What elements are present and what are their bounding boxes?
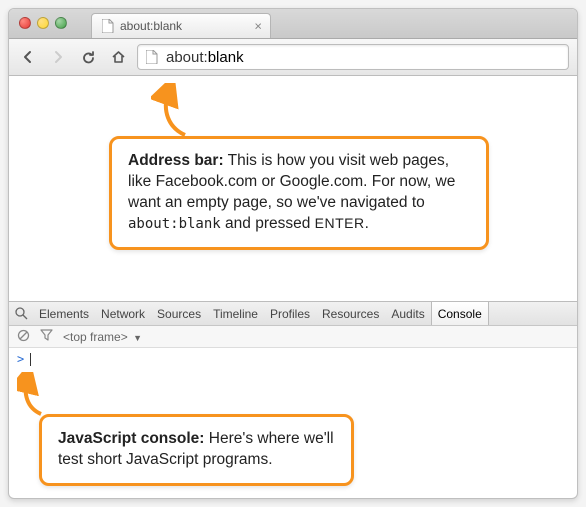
callout-title: Address bar: [128, 152, 224, 169]
tab-console[interactable]: Console [431, 302, 489, 325]
file-icon [102, 19, 114, 33]
address-prefix: about: [166, 49, 208, 66]
clear-console-icon[interactable] [17, 329, 30, 345]
tab-audits[interactable]: Audits [385, 302, 430, 325]
arrow-icon [151, 83, 201, 141]
tab-profiles[interactable]: Profiles [264, 302, 316, 325]
back-button[interactable] [17, 46, 39, 68]
tab-sources[interactable]: Sources [151, 302, 207, 325]
devtools-tabs: Elements Network Sources Timeline Profil… [9, 302, 577, 326]
callout-text: . [365, 215, 369, 232]
close-window-button[interactable] [19, 17, 31, 29]
browser-window: about:blank × about:blank [8, 8, 578, 499]
toolbar: about:blank [9, 39, 577, 76]
zoom-window-button[interactable] [55, 17, 67, 29]
callout-key: ENTER [315, 215, 365, 231]
file-icon [146, 50, 158, 64]
page-content: Address bar: This is how you visit web p… [9, 76, 577, 301]
frame-label: <top frame> [63, 330, 128, 344]
minimize-window-button[interactable] [37, 17, 49, 29]
callout-title: JavaScript console: [58, 430, 204, 447]
tab-elements[interactable]: Elements [33, 302, 95, 325]
tab-strip: about:blank × [9, 9, 577, 39]
console-toolbar: <top frame> ▼ [9, 326, 577, 348]
window-controls [9, 9, 77, 29]
reload-button[interactable] [77, 46, 99, 68]
console-prompt: > [17, 352, 24, 366]
search-icon[interactable] [9, 307, 33, 320]
callout-text: and pressed [221, 215, 315, 232]
callout-address-bar: Address bar: This is how you visit web p… [109, 136, 489, 250]
address-page: blank [208, 49, 244, 66]
home-button[interactable] [107, 46, 129, 68]
browser-tab[interactable]: about:blank × [91, 13, 271, 38]
chevron-down-icon: ▼ [133, 333, 142, 343]
text-cursor [30, 353, 31, 366]
forward-button[interactable] [47, 46, 69, 68]
tab-timeline[interactable]: Timeline [207, 302, 264, 325]
tab-network[interactable]: Network [95, 302, 151, 325]
callout-console: JavaScript console: Here's where we'll t… [39, 414, 354, 486]
tab-title: about:blank [120, 19, 182, 33]
address-bar[interactable]: about:blank [137, 44, 569, 70]
frame-selector[interactable]: <top frame> ▼ [63, 330, 142, 344]
callout-code: about:blank [128, 216, 221, 232]
tab-resources[interactable]: Resources [316, 302, 385, 325]
filter-icon[interactable] [40, 329, 53, 344]
close-tab-icon[interactable]: × [254, 19, 262, 34]
address-text: about:blank [166, 49, 244, 66]
